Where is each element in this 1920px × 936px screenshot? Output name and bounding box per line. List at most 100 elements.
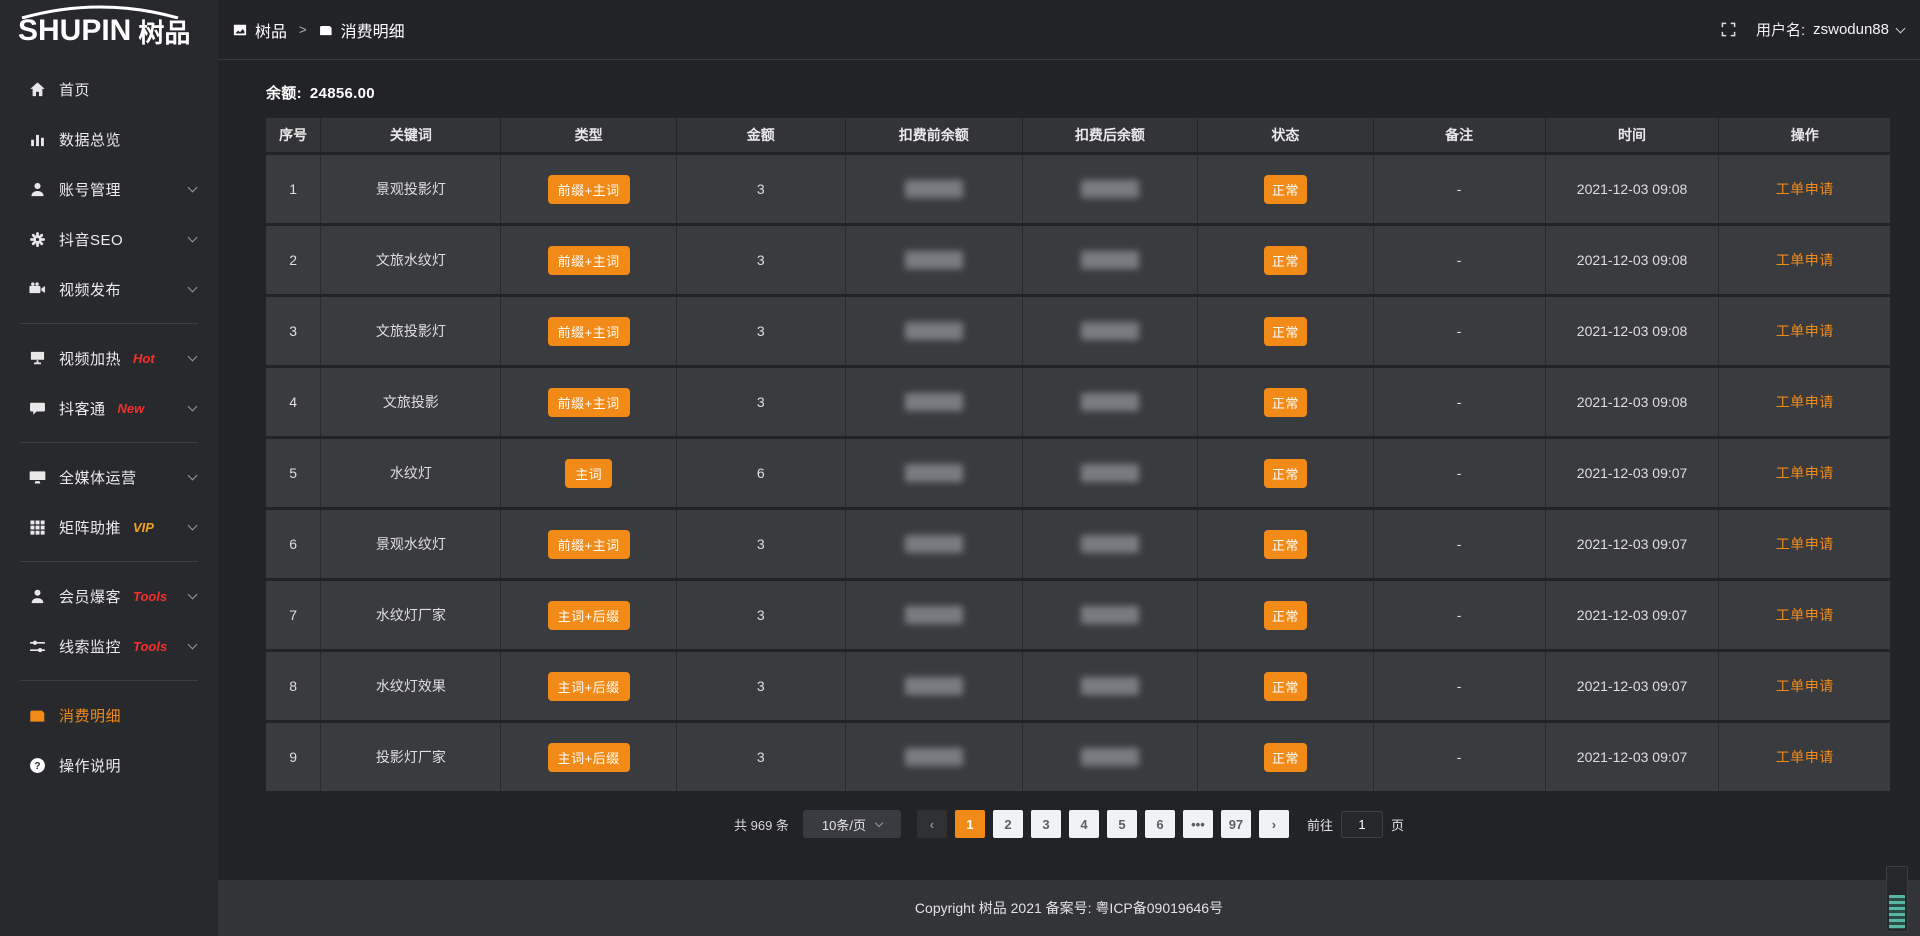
more-pages-button[interactable]: ••• [1183, 810, 1213, 838]
status-badge: 正常 [1264, 459, 1307, 488]
work-order-link[interactable]: 工单申请 [1776, 607, 1834, 623]
work-order-link[interactable]: 工单申请 [1776, 323, 1834, 339]
goto-page-input[interactable] [1341, 811, 1383, 838]
sidebar-item-member-burst[interactable]: 会员爆客 Tools [0, 571, 218, 621]
username-label: 用户名: [1756, 19, 1805, 40]
sidebar-item-home[interactable]: 首页 [0, 64, 218, 114]
type-cell: 前缀+主词 [501, 155, 676, 223]
time-cell: 2021-12-03 09:08 [1546, 368, 1720, 436]
action-cell: 工单申请 [1719, 439, 1890, 507]
sidebar-item-video-heat[interactable]: 视频加热 Hot [0, 333, 218, 383]
remark-cell: - [1374, 510, 1546, 578]
hot-tag: Hot [133, 351, 155, 366]
work-order-link[interactable]: 工单申请 [1776, 252, 1834, 268]
sidebar-item-consumption-detail[interactable]: 消费明细 [0, 690, 218, 740]
time-cell: 2021-12-03 09:07 [1546, 652, 1720, 720]
chevron-down-icon [188, 639, 198, 649]
sidebar-item-label: 抖客通 [59, 398, 106, 419]
remark-cell: - [1374, 155, 1546, 223]
status-badge: 正常 [1264, 530, 1307, 559]
keyword-cell: 投影灯厂家 [321, 723, 501, 791]
monitor-icon [28, 468, 46, 486]
page-button-2[interactable]: 2 [993, 810, 1023, 838]
amount-cell: 3 [677, 226, 846, 294]
masked-value [1081, 251, 1139, 269]
work-order-link[interactable]: 工单申请 [1776, 678, 1834, 694]
remark-cell: - [1374, 652, 1546, 720]
col-header: 状态 [1198, 118, 1373, 152]
work-order-link[interactable]: 工单申请 [1776, 181, 1834, 197]
page-size-select[interactable]: 10条/页 [803, 810, 901, 838]
work-order-link[interactable]: 工单申请 [1776, 465, 1834, 481]
prev-page-button[interactable]: ‹ [917, 810, 947, 838]
page-button-4[interactable]: 4 [1069, 810, 1099, 838]
sidebar-item-data-overview[interactable]: 数据总览 [0, 114, 218, 164]
page-button-3[interactable]: 3 [1031, 810, 1061, 838]
table-row: 3 文旅投影灯 前缀+主词 3 正常 - 2021-12-03 09:08 工单… [266, 297, 1890, 365]
next-page-button[interactable]: › [1259, 810, 1289, 838]
masked-value [905, 535, 963, 553]
sidebar-item-label: 会员爆客 [59, 586, 121, 607]
new-tag: New [118, 401, 145, 416]
type-cell: 主词+后缀 [501, 723, 676, 791]
type-badge: 前缀+主词 [548, 388, 630, 417]
type-cell: 前缀+主词 [501, 368, 676, 436]
col-header: 时间 [1546, 118, 1720, 152]
work-order-link[interactable]: 工单申请 [1776, 394, 1834, 410]
table-header-row: 序号 关键词 类型 金额 扣费前余额 扣费后余额 状态 备注 时间 操作 [266, 118, 1890, 152]
row-index: 2 [266, 226, 321, 294]
remark-cell: - [1374, 297, 1546, 365]
sidebar-item-instructions[interactable]: ? 操作说明 [0, 740, 218, 790]
sidebar-menu: 首页 数据总览 账号管理 抖音SEO 视频发布 视频加热 Hot [0, 62, 218, 790]
chevron-down-icon [188, 401, 198, 411]
tools-tag: Tools [133, 639, 167, 654]
page-button-97[interactable]: 97 [1221, 810, 1251, 838]
breadcrumb-separator: > [299, 22, 307, 37]
action-cell: 工单申请 [1719, 652, 1890, 720]
action-cell: 工单申请 [1719, 510, 1890, 578]
page-button-1[interactable]: 1 [955, 810, 985, 838]
question-icon: ? [28, 756, 46, 774]
sidebar-item-doukeitong[interactable]: 抖客通 New [0, 383, 218, 433]
amount-cell: 3 [677, 155, 846, 223]
row-index: 5 [266, 439, 321, 507]
col-header: 操作 [1719, 118, 1890, 152]
fullscreen-icon[interactable] [1721, 22, 1736, 37]
chevron-down-icon [188, 589, 198, 599]
board-icon [233, 23, 247, 37]
sidebar-item-video-publish[interactable]: 视频发布 [0, 264, 218, 314]
page-button-6[interactable]: 6 [1145, 810, 1175, 838]
sidebar-item-all-media[interactable]: 全媒体运营 [0, 452, 218, 502]
user-icon [28, 180, 46, 198]
action-cell: 工单申请 [1719, 581, 1890, 649]
table-row: 6 景观水纹灯 前缀+主词 3 正常 - 2021-12-03 09:07 工单… [266, 510, 1890, 578]
post-balance-cell [1023, 368, 1198, 436]
bar-chart-icon [28, 130, 46, 148]
type-cell: 主词+后缀 [501, 652, 676, 720]
col-header: 类型 [501, 118, 676, 152]
chevron-down-icon [188, 520, 198, 530]
type-badge: 主词+后缀 [548, 743, 630, 772]
status-cell: 正常 [1198, 581, 1373, 649]
gear-icon [28, 230, 46, 248]
type-cell: 前缀+主词 [501, 510, 676, 578]
breadcrumb-root[interactable]: 树品 [255, 18, 287, 42]
page-button-5[interactable]: 5 [1107, 810, 1137, 838]
type-cell: 前缀+主词 [501, 226, 676, 294]
chevron-down-icon [188, 351, 198, 361]
work-order-link[interactable]: 工单申请 [1776, 536, 1834, 552]
chat-bubble-icon [28, 399, 46, 417]
scroll-indicator[interactable] [1886, 866, 1908, 932]
sidebar-item-lead-monitor[interactable]: 线索监控 Tools [0, 621, 218, 671]
masked-value [1081, 464, 1139, 482]
amount-cell: 6 [677, 439, 846, 507]
sidebar-item-label: 视频发布 [59, 279, 121, 300]
user-menu[interactable]: 用户名: zswodun88 [1756, 19, 1904, 40]
sidebar-item-matrix-boost[interactable]: 矩阵助推 VIP [0, 502, 218, 552]
pre-balance-cell [846, 723, 1023, 791]
svg-text:?: ? [34, 761, 40, 772]
type-badge: 主词+后缀 [548, 601, 630, 630]
sidebar-item-account[interactable]: 账号管理 [0, 164, 218, 214]
sidebar-item-douyin-seo[interactable]: 抖音SEO [0, 214, 218, 264]
work-order-link[interactable]: 工单申请 [1776, 749, 1834, 765]
